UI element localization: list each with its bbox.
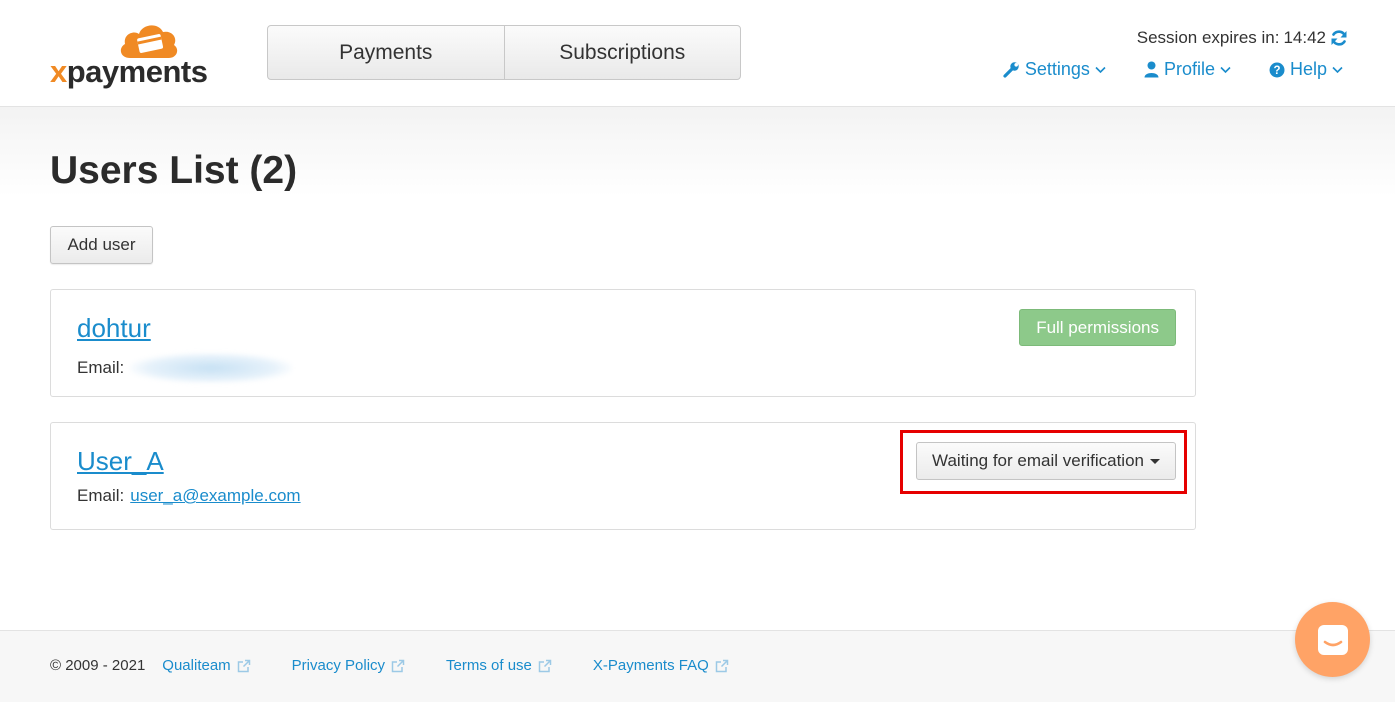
email-link[interactable]: user_a@example.com bbox=[130, 486, 300, 506]
main-nav-tabs: Payments Subscriptions bbox=[267, 25, 741, 80]
email-label: Email: bbox=[77, 358, 125, 377]
profile-menu[interactable]: Profile bbox=[1144, 59, 1231, 80]
status-dropdown-label: Waiting for email verification bbox=[932, 451, 1144, 470]
tab-payments[interactable]: Payments bbox=[268, 26, 504, 79]
wrench-icon bbox=[1003, 62, 1019, 78]
question-circle-icon: ? bbox=[1269, 62, 1285, 77]
chevron-down-icon bbox=[1220, 66, 1231, 73]
logo-text: xpayments bbox=[50, 54, 208, 89]
user-name-link[interactable]: User_A bbox=[77, 446, 164, 477]
session-label: Session expires in: bbox=[1136, 28, 1280, 47]
user-name-link[interactable]: dohtur bbox=[77, 313, 151, 344]
xpayments-logo[interactable]: xpayments bbox=[50, 18, 220, 90]
chat-icon bbox=[1317, 624, 1348, 655]
email-row: Email: user_a@example.com bbox=[77, 486, 301, 506]
top-menu: Settings Profile ? Help bbox=[1003, 59, 1343, 80]
chevron-down-icon bbox=[1332, 66, 1343, 73]
help-menu[interactable]: ? Help bbox=[1269, 59, 1343, 80]
help-menu-label: Help bbox=[1289, 59, 1327, 79]
footer-link-label: X-Payments FAQ bbox=[592, 657, 709, 674]
settings-menu-label: Settings bbox=[1024, 59, 1090, 79]
footer-link-terms-of-use[interactable]: Terms of use bbox=[446, 657, 552, 674]
footer-links: © 2009 - 2021 Qualiteam Privacy Policy T… bbox=[50, 657, 770, 674]
external-link-icon bbox=[538, 659, 552, 672]
user-icon bbox=[1144, 61, 1159, 78]
email-redacted bbox=[130, 353, 293, 383]
footer: © 2009 - 2021 Qualiteam Privacy Policy T… bbox=[0, 630, 1395, 702]
header: xpayments Payments Subscriptions Session… bbox=[0, 0, 1395, 107]
settings-menu[interactable]: Settings bbox=[1003, 59, 1106, 80]
footer-link-label: Privacy Policy bbox=[291, 657, 386, 674]
status-dropdown[interactable]: Waiting for email verification bbox=[916, 442, 1176, 480]
footer-link-label: Qualiteam bbox=[162, 657, 231, 674]
tab-subscriptions[interactable]: Subscriptions bbox=[503, 26, 741, 79]
copyright: © 2009 - 2021 bbox=[50, 657, 146, 674]
external-link-icon bbox=[715, 659, 729, 672]
add-user-button[interactable]: Add user bbox=[50, 226, 153, 264]
email-label: Email: bbox=[77, 486, 125, 505]
profile-menu-label: Profile bbox=[1163, 59, 1215, 79]
email-row: Email: bbox=[77, 353, 293, 383]
svg-text:?: ? bbox=[1273, 65, 1280, 77]
page-title: Users List (2) bbox=[50, 149, 298, 192]
external-link-icon bbox=[391, 659, 405, 672]
refresh-icon[interactable] bbox=[1330, 29, 1348, 47]
session-timer: Session expires in: 14:42 bbox=[1137, 28, 1348, 48]
footer-link-privacy-policy[interactable]: Privacy Policy bbox=[292, 657, 405, 674]
user-card: dohtur Email: Full permissions bbox=[50, 289, 1196, 397]
external-link-icon bbox=[237, 659, 250, 672]
session-time: 14:42 bbox=[1283, 28, 1326, 47]
main-content: Users List (2) Add user dohtur Email: Fu… bbox=[0, 107, 1395, 630]
caret-down-icon bbox=[1150, 458, 1160, 464]
footer-link-qualiteam[interactable]: Qualiteam bbox=[162, 657, 250, 674]
status-badge: Full permissions bbox=[1019, 309, 1176, 346]
footer-link-label: Terms of use bbox=[446, 657, 532, 674]
chevron-down-icon bbox=[1095, 66, 1106, 73]
footer-link-faq[interactable]: X-Payments FAQ bbox=[593, 657, 729, 674]
user-card: User_A Email: user_a@example.com Waiting… bbox=[50, 422, 1196, 530]
chat-widget-button[interactable] bbox=[1295, 602, 1370, 677]
